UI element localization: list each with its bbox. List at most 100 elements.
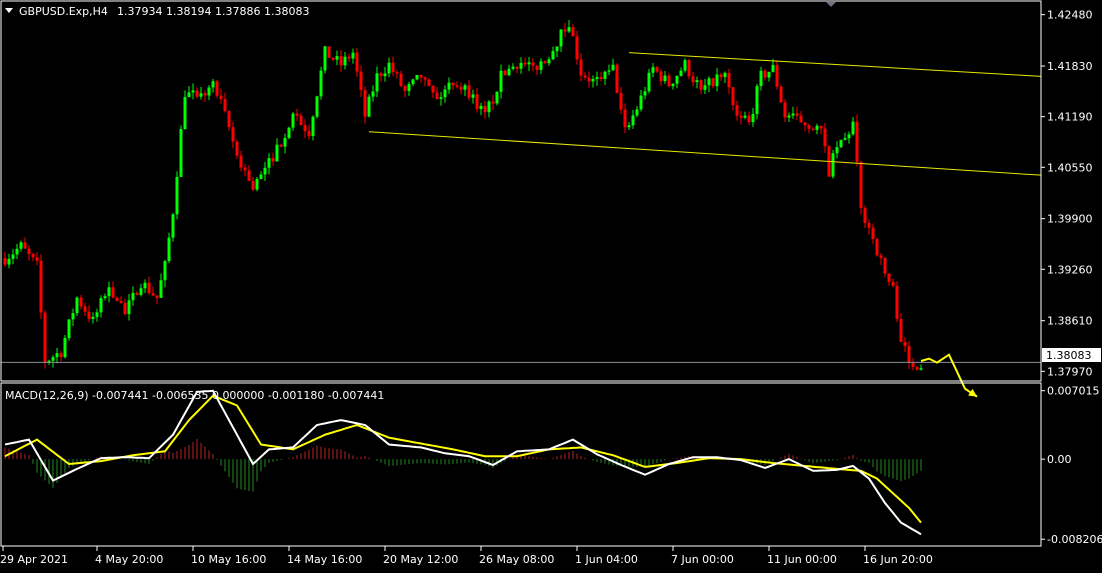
candle[interactable] bbox=[875, 237, 879, 257]
candle-body bbox=[771, 64, 775, 72]
candle-body bbox=[283, 137, 287, 147]
candle-body bbox=[543, 61, 547, 64]
time-tick-label: 10 May 16:00 bbox=[191, 553, 266, 566]
candle[interactable] bbox=[839, 139, 843, 149]
candle[interactable] bbox=[215, 79, 219, 98]
candle-body bbox=[523, 62, 527, 65]
candle-body bbox=[215, 81, 219, 96]
candle[interactable] bbox=[179, 125, 183, 178]
candle-body bbox=[567, 27, 571, 32]
candle[interactable] bbox=[855, 114, 859, 167]
candle-body bbox=[443, 89, 447, 98]
candle-body bbox=[399, 73, 403, 87]
candle-body bbox=[659, 71, 663, 82]
candle[interactable] bbox=[315, 95, 319, 119]
time-tick-label: 11 Jun 00:00 bbox=[767, 553, 837, 566]
candle-body bbox=[907, 345, 911, 363]
candle-body bbox=[575, 36, 579, 60]
candle-body bbox=[159, 280, 163, 298]
candle-body bbox=[163, 261, 167, 281]
candle-body bbox=[847, 134, 851, 139]
candle-body bbox=[875, 239, 879, 256]
candle[interactable] bbox=[287, 126, 291, 140]
candle-body bbox=[143, 282, 147, 289]
candle-body bbox=[695, 80, 699, 83]
price-chart[interactable]: GBPUSD.Exp,H4 1.37934 1.38194 1.37886 1.… bbox=[0, 0, 1102, 569]
chart-window[interactable]: GBPUSD.Exp,H4 1.37934 1.38194 1.37886 1.… bbox=[0, 0, 1102, 569]
candle-body bbox=[535, 65, 539, 70]
candle-body bbox=[751, 114, 755, 123]
candle-body bbox=[603, 71, 607, 80]
price-tick-label: 1.41190 bbox=[1047, 111, 1093, 124]
candle[interactable] bbox=[39, 254, 43, 320]
candle-body bbox=[591, 79, 595, 82]
candle-body bbox=[403, 86, 407, 92]
candle-body bbox=[131, 292, 135, 301]
candle-body bbox=[59, 353, 63, 358]
candle-body bbox=[227, 111, 231, 128]
candle-body bbox=[379, 73, 383, 77]
candle-body bbox=[819, 125, 823, 129]
price-tick-label: 1.37970 bbox=[1047, 365, 1093, 378]
candle[interactable] bbox=[831, 149, 835, 179]
candle-body bbox=[243, 167, 247, 171]
candle-body bbox=[83, 306, 87, 312]
candle-body bbox=[615, 64, 619, 93]
candle-body bbox=[451, 82, 455, 86]
candle-body bbox=[587, 77, 591, 82]
candle-body bbox=[627, 125, 631, 128]
candle-body bbox=[855, 121, 859, 162]
candle-body bbox=[463, 85, 467, 90]
candle-body bbox=[447, 82, 451, 90]
candle-body bbox=[755, 86, 759, 115]
candle[interactable] bbox=[255, 176, 259, 192]
candle-body bbox=[415, 74, 419, 80]
candle[interactable] bbox=[615, 63, 619, 94]
candle-body bbox=[259, 174, 263, 179]
candle-body bbox=[247, 170, 251, 181]
candle-body bbox=[891, 281, 895, 286]
price-tick-label: 1.39260 bbox=[1047, 263, 1093, 276]
candle-body bbox=[767, 71, 771, 78]
candle[interactable] bbox=[63, 334, 67, 359]
candle[interactable] bbox=[175, 171, 179, 220]
candle[interactable] bbox=[43, 310, 47, 369]
candle-body bbox=[531, 62, 535, 66]
candle-body bbox=[727, 72, 731, 88]
candle-body bbox=[863, 207, 867, 223]
candle-body bbox=[19, 242, 23, 249]
candle[interactable] bbox=[859, 160, 863, 215]
candle-body bbox=[199, 93, 203, 97]
candle-body bbox=[223, 99, 227, 112]
candle-body bbox=[783, 102, 787, 118]
candle[interactable] bbox=[683, 58, 687, 73]
candle[interactable] bbox=[755, 83, 759, 120]
candle-body bbox=[203, 93, 207, 96]
candle[interactable] bbox=[75, 296, 79, 317]
candle-body bbox=[675, 75, 679, 84]
candle-body bbox=[583, 75, 587, 78]
candle-body bbox=[519, 62, 523, 69]
candle-body bbox=[639, 95, 643, 110]
candle[interactable] bbox=[171, 212, 175, 242]
ohlc-header: 1.37934 1.38194 1.37886 1.38083 bbox=[117, 5, 309, 18]
candle-body bbox=[539, 61, 543, 70]
candle[interactable] bbox=[367, 94, 371, 118]
candle[interactable] bbox=[327, 46, 331, 58]
candle[interactable] bbox=[67, 319, 71, 341]
candle-body bbox=[7, 258, 11, 265]
candle[interactable] bbox=[495, 91, 499, 106]
candle[interactable] bbox=[323, 45, 327, 74]
candle-body bbox=[915, 367, 919, 370]
candle-body bbox=[859, 161, 863, 208]
candle[interactable] bbox=[895, 281, 899, 323]
candle-body bbox=[371, 91, 375, 97]
candle[interactable] bbox=[319, 66, 323, 100]
candle[interactable] bbox=[775, 60, 779, 90]
candle-body bbox=[563, 29, 567, 32]
candle-body bbox=[299, 115, 303, 126]
candle-body bbox=[707, 78, 711, 86]
time-tick-label: 14 May 16:00 bbox=[287, 553, 362, 566]
candle-body bbox=[179, 128, 183, 177]
candle[interactable] bbox=[779, 84, 783, 103]
